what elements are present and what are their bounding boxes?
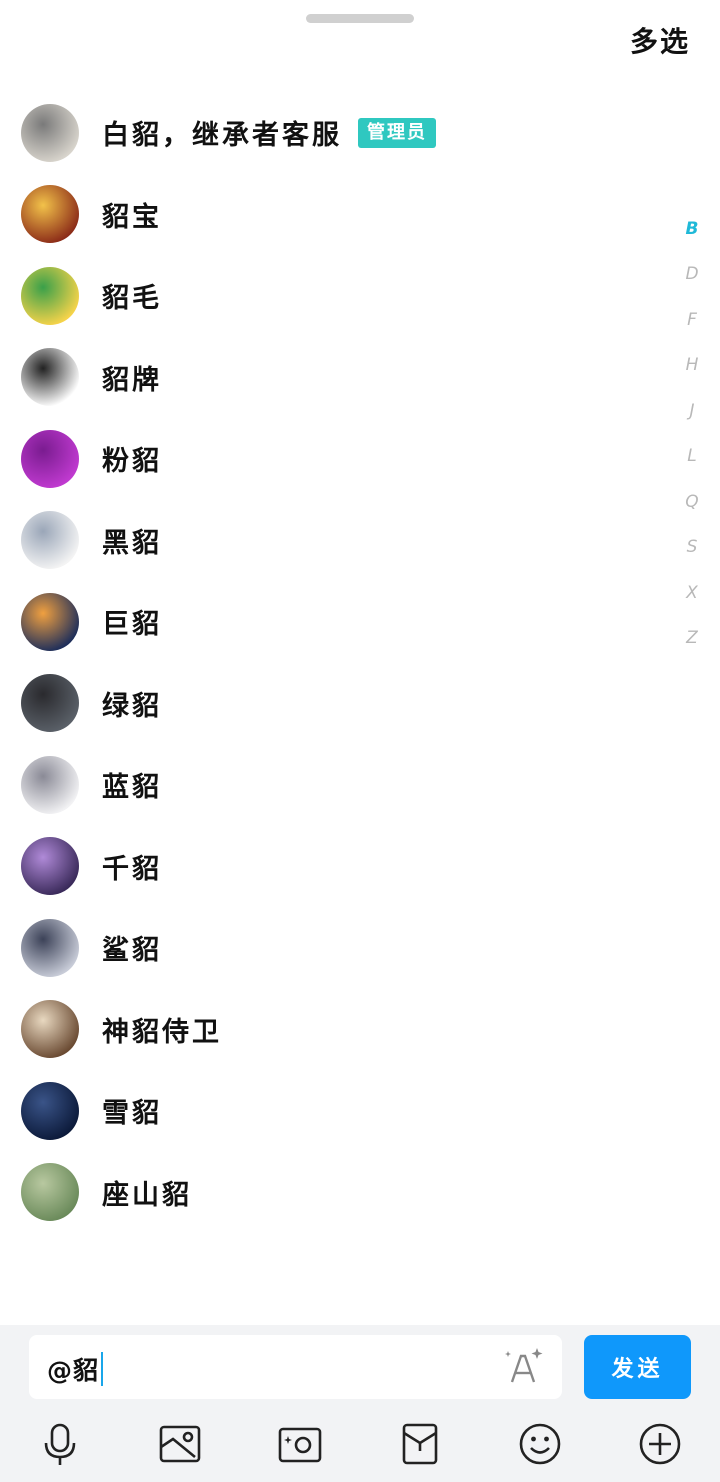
index-letter[interactable]: Z [672, 616, 712, 662]
member-name: 蓝貂 [102, 772, 162, 804]
bamboo-avatar [21, 1163, 79, 1222]
couple-photo-avatar [21, 674, 79, 733]
member-name: 貂毛 [102, 283, 162, 315]
index-letter[interactable]: D [672, 252, 712, 298]
microphone-icon[interactable] [37, 1421, 83, 1467]
index-letter[interactable]: H [672, 343, 712, 389]
panda-meme-avatar [21, 348, 79, 407]
member-row[interactable]: 鲨貂 [0, 907, 680, 989]
image-icon[interactable] [157, 1421, 203, 1467]
member-name: 貂牌 [102, 364, 162, 396]
member-row[interactable]: 白貂，继承者客服 管理员 [0, 92, 680, 174]
temple-light-avatar [21, 1000, 79, 1059]
input-value: @貂 [47, 1356, 100, 1385]
multi-select-button[interactable]: 多选 [630, 20, 690, 60]
member-row[interactable]: 座山貂 [0, 1152, 680, 1234]
index-letter[interactable]: F [672, 297, 712, 343]
admin-badge: 管理员 [358, 117, 436, 148]
member-name: 座山貂 [102, 1179, 192, 1211]
composer-toolbar [0, 1421, 720, 1473]
index-letter[interactable]: B [672, 206, 712, 252]
member-name: 千貂 [102, 853, 162, 885]
member-name: 白貂，继承者客服 [102, 120, 342, 152]
member-name: 貂宝 [102, 201, 162, 233]
member-name: 雪貂 [102, 1098, 162, 1130]
font-style-icon[interactable] [502, 1346, 544, 1388]
member-row[interactable]: 蓝貂 [0, 744, 680, 826]
send-button[interactable]: 发送 [584, 1335, 691, 1399]
member-name: 巨貂 [102, 609, 162, 641]
index-letter[interactable]: S [672, 525, 712, 571]
member-name: 粉貂 [102, 446, 162, 478]
purple-ninja-avatar [21, 837, 79, 896]
sketch-cats-avatar [21, 511, 79, 570]
index-letter[interactable]: L [672, 434, 712, 480]
member-row[interactable]: 巨貂 [0, 581, 680, 663]
anime-girl-avatar [21, 755, 79, 814]
member-row[interactable]: 貂毛 [0, 255, 680, 337]
alphabet-index-bar[interactable]: BDFHJLQSXZ [672, 206, 712, 661]
message-input[interactable]: @貂 [29, 1335, 562, 1399]
member-name: 黑貂 [102, 527, 162, 559]
message-input-text: @貂 [47, 1351, 104, 1387]
member-list: 白貂，继承者客服 管理员貂宝貂毛貂牌粉貂黑貂巨貂绿貂蓝貂千貂鲨貂神貂侍卫雪貂座山貂 [0, 92, 680, 1233]
member-row[interactable]: 绿貂 [0, 663, 680, 745]
composer-area: @貂 发送 [0, 1325, 720, 1482]
mention-member-sheet: 多选 白貂，继承者客服 管理员貂宝貂毛貂牌粉貂黑貂巨貂绿貂蓝貂千貂鲨貂神貂侍卫雪貂… [0, 0, 720, 1482]
drag-handle[interactable] [306, 14, 414, 23]
night-sky-avatar [21, 1081, 79, 1140]
member-row[interactable]: 黑貂 [0, 500, 680, 582]
camera-icon[interactable] [277, 1421, 323, 1467]
swordsman-avatar [21, 918, 79, 977]
member-row[interactable]: 貂宝 [0, 174, 680, 256]
index-letter[interactable]: J [672, 388, 712, 434]
index-letter[interactable]: X [672, 570, 712, 616]
pineapple-avatar [21, 266, 79, 325]
member-row[interactable]: 千貂 [0, 826, 680, 908]
hooded-knight-avatar [21, 103, 79, 162]
cartoon-face-avatar [21, 185, 79, 244]
member-row[interactable]: 貂牌 [0, 337, 680, 419]
plus-circle-icon[interactable] [637, 1421, 683, 1467]
member-name: 鲨貂 [102, 935, 162, 967]
pink-cat-avatar [21, 429, 79, 488]
member-row[interactable]: 雪貂 [0, 1070, 680, 1152]
red-packet-icon[interactable] [397, 1421, 443, 1467]
sunset-silhouette-avatar [21, 592, 79, 651]
member-name: 神貂侍卫 [102, 1016, 222, 1048]
text-caret [101, 1352, 104, 1386]
member-name: 绿貂 [102, 690, 162, 722]
emoji-icon[interactable] [517, 1421, 563, 1467]
member-row[interactable]: 神貂侍卫 [0, 989, 680, 1071]
index-letter[interactable]: Q [672, 479, 712, 525]
member-row[interactable]: 粉貂 [0, 418, 680, 500]
